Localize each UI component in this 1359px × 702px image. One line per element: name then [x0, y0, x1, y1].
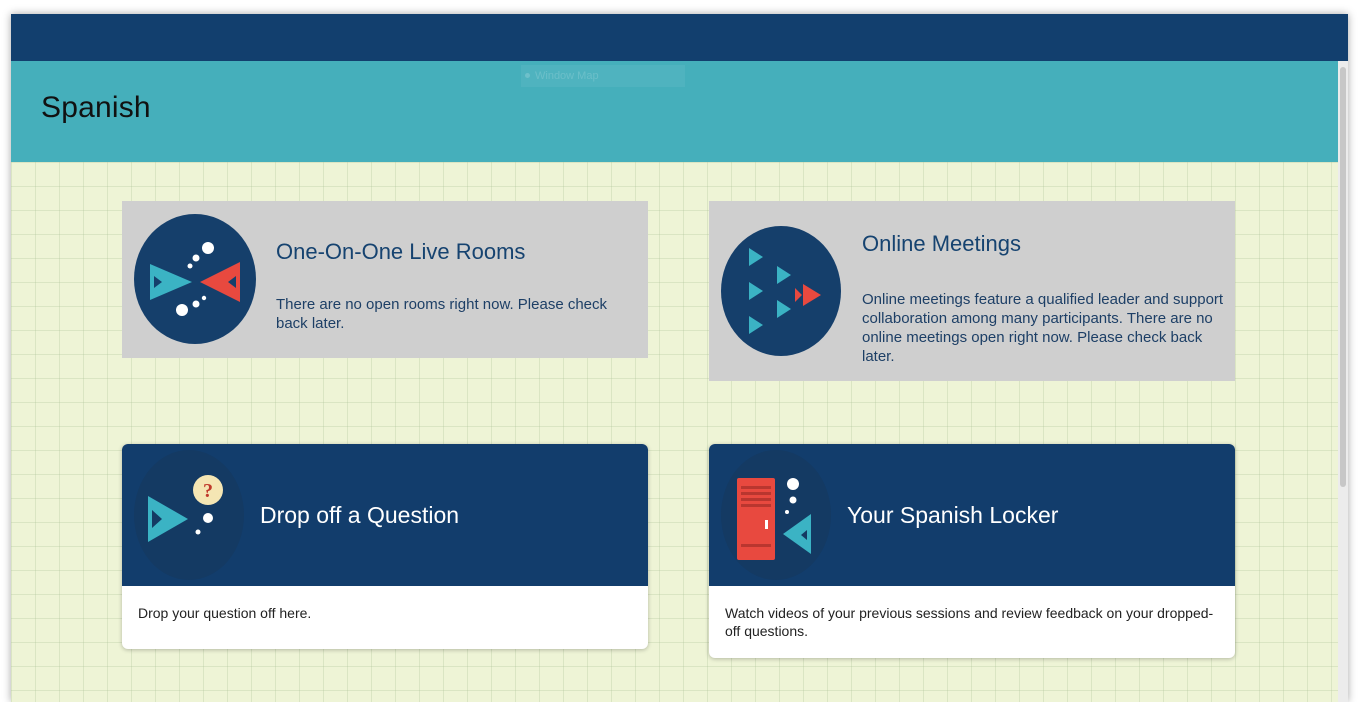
online-meetings-card[interactable]: Online Meetings Online meetings feature … — [709, 201, 1235, 381]
top-navigation-bar — [11, 14, 1348, 61]
locker-description: Watch videos of your previous sessions a… — [725, 605, 1214, 639]
locker-fish-icon — [721, 450, 831, 580]
two-fish-icon — [134, 214, 256, 344]
drop-question-description: Drop your question off here. — [138, 605, 312, 621]
live-rooms-description: There are no open rooms right now. Pleas… — [276, 296, 608, 332]
hint-dot-icon — [525, 73, 530, 78]
page-scrollbar[interactable] — [1338, 61, 1348, 702]
fish-question-icon: ? — [134, 450, 244, 580]
hint-label: Window Map — [535, 70, 599, 82]
drop-question-banner: ? Drop off a Question — [122, 444, 648, 586]
drop-question-title: Drop off a Question — [260, 502, 460, 528]
app-window: Window Map Spanish One-On-One Live Rooms… — [11, 14, 1348, 702]
locker-title: Your Spanish Locker — [847, 502, 1059, 528]
page-title: Spanish — [41, 91, 151, 124]
live-rooms-title: One-On-One Live Rooms — [276, 239, 526, 264]
drop-question-card[interactable]: ? Drop off a Question Drop your question… — [122, 444, 648, 649]
scrollbar-thumb[interactable] — [1340, 67, 1346, 487]
main-content: One-On-One Live Rooms There are no open … — [11, 162, 1348, 702]
locker-card[interactable]: Your Spanish Locker Watch videos of your… — [709, 444, 1235, 658]
page-header: Window Map Spanish — [11, 61, 1348, 162]
online-meetings-description: Online meetings feature a qualified lead… — [862, 291, 1224, 365]
svg-text:?: ? — [203, 480, 213, 502]
locker-banner: Your Spanish Locker — [709, 444, 1235, 586]
window-map-hint: Window Map — [521, 65, 685, 87]
online-meetings-title: Online Meetings — [862, 231, 1021, 256]
live-rooms-card[interactable]: One-On-One Live Rooms There are no open … — [122, 201, 648, 358]
school-of-fish-icon — [721, 226, 841, 356]
